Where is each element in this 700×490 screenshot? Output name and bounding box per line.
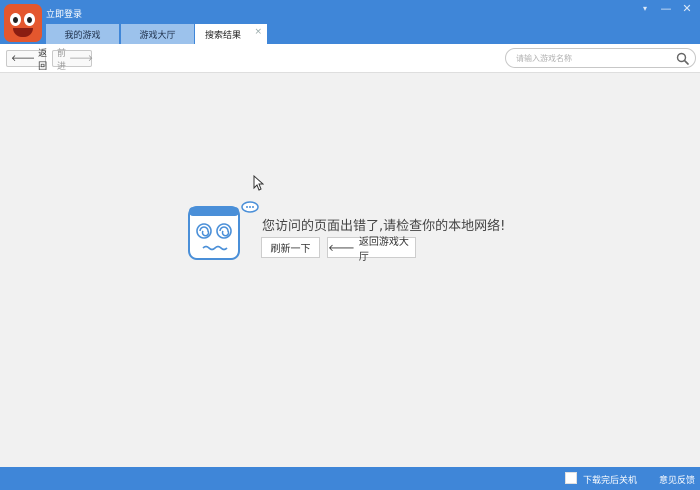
- search-icon[interactable]: [676, 52, 689, 65]
- menu-dropdown-icon[interactable]: ▾: [636, 4, 654, 13]
- forward-button[interactable]: 前进 🡒: [52, 49, 94, 72]
- arrow-right-icon: 🡒: [69, 54, 94, 64]
- status-bar: 下载完后关机 意见反馈: [0, 467, 700, 490]
- search-input[interactable]: [516, 52, 666, 65]
- tab-game-lobby[interactable]: 游戏大厅: [121, 24, 194, 44]
- return-lobby-button[interactable]: 🡐 返回游戏大厅: [327, 237, 416, 263]
- tab-label: 我的游戏: [64, 30, 101, 41]
- close-icon[interactable]: ×: [254, 27, 262, 37]
- tab-search-results[interactable]: 搜索结果 ×: [195, 24, 267, 44]
- shutdown-checkbox[interactable]: [565, 472, 577, 484]
- app-logo-icon: [4, 4, 42, 42]
- search-box: [505, 48, 696, 68]
- refresh-label: 刷新一下: [270, 244, 311, 255]
- back-button[interactable]: 🡐 返回: [6, 49, 47, 72]
- shutdown-label: 下载完后关机: [583, 476, 638, 486]
- dizzy-mascot-icon: [188, 201, 259, 260]
- tab-label: 游戏大厅: [139, 30, 176, 41]
- error-message: 您访问的页面出错了,请检查你的本地网络!: [262, 219, 506, 234]
- refresh-button[interactable]: 刷新一下: [261, 237, 320, 258]
- arrow-left-icon: 🡐: [328, 242, 355, 254]
- return-lobby-label: 返回游戏大厅: [358, 236, 409, 263]
- arrow-left-icon: 🡐: [11, 54, 36, 64]
- back-label: 返回: [38, 48, 48, 72]
- minimize-icon[interactable]: —: [657, 2, 675, 15]
- mouse-cursor-icon: [253, 175, 264, 191]
- forward-label: 前进: [57, 48, 67, 72]
- title-bar: 立即登录 我的游戏 游戏大厅 搜索结果 × ▾ — ✕: [0, 0, 700, 44]
- tab-label: 搜索结果: [205, 30, 242, 41]
- window-close-icon[interactable]: ✕: [678, 2, 696, 15]
- feedback-link[interactable]: 意见反馈: [659, 473, 695, 486]
- tab-my-games[interactable]: 我的游戏: [46, 24, 119, 44]
- login-link[interactable]: 立即登录: [46, 7, 82, 20]
